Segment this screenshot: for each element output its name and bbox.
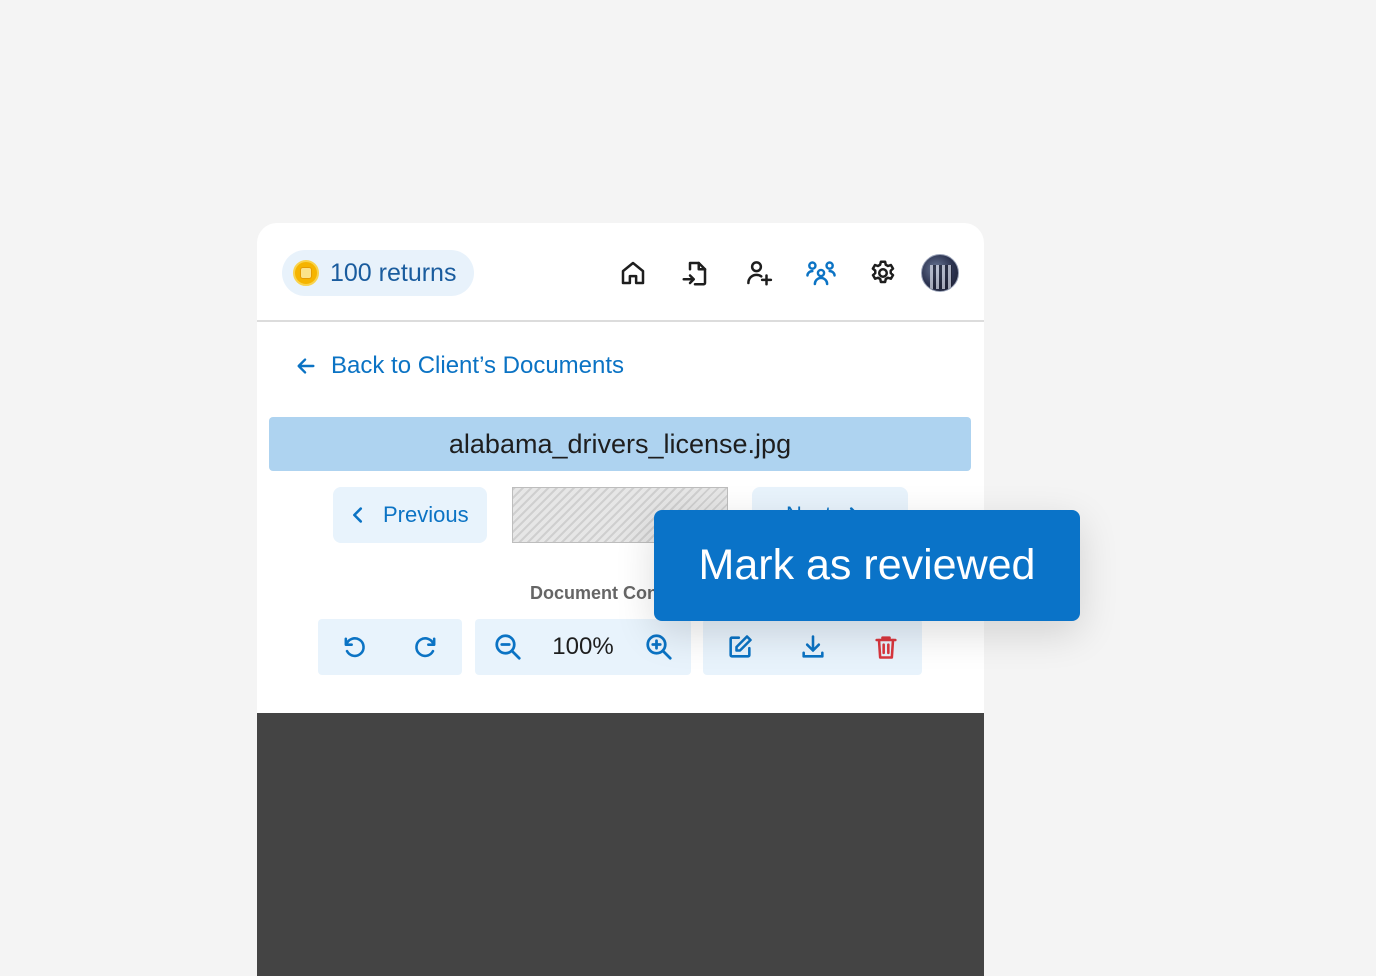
- coin-icon: [293, 260, 319, 286]
- previous-button[interactable]: Previous: [333, 487, 487, 543]
- document-actions: [703, 619, 922, 675]
- top-header: 100 returns: [257, 223, 984, 322]
- zoom-out-button[interactable]: [475, 619, 540, 675]
- rotate-left-icon: [344, 637, 365, 658]
- document-viewer[interactable]: [257, 713, 984, 976]
- delete-button[interactable]: [849, 619, 922, 675]
- chevron-left-icon: [353, 507, 363, 523]
- filename-text: alabama_drivers_license.jpg: [448, 428, 792, 459]
- download-button[interactable]: [776, 619, 849, 675]
- mark-as-reviewed-label: Mark as reviewed: [698, 541, 1036, 589]
- file-import-icon[interactable]: [678, 256, 712, 290]
- arrow-left-icon: [297, 358, 315, 374]
- previous-label: Previous: [383, 502, 469, 527]
- users-group-icon[interactable]: [804, 256, 838, 290]
- rotate-left-button[interactable]: [318, 619, 390, 675]
- zoom-in-icon: [645, 634, 672, 660]
- download-icon: [801, 635, 824, 658]
- zoom-level: 100%: [552, 633, 614, 660]
- gear-icon[interactable]: [866, 256, 900, 290]
- zoom-out-icon: [494, 634, 521, 660]
- home-icon[interactable]: [616, 256, 650, 290]
- rotate-right-button[interactable]: [390, 619, 462, 675]
- rotate-controls: [318, 619, 462, 675]
- rotate-right-icon: [415, 637, 436, 658]
- avatar[interactable]: [921, 254, 959, 292]
- edit-button[interactable]: [703, 619, 776, 675]
- back-link-label: Back to Client’s Documents: [331, 352, 625, 379]
- returns-label: 100 returns: [330, 258, 457, 287]
- zoom-in-button[interactable]: [626, 619, 691, 675]
- document-filename: alabama_drivers_license.jpg: [269, 417, 971, 471]
- zoom-controls: 100%: [475, 619, 691, 675]
- mark-as-reviewed-button[interactable]: Mark as reviewed: [654, 510, 1080, 621]
- trash-icon: [874, 636, 897, 659]
- edit-icon: [728, 635, 752, 658]
- back-to-documents-link[interactable]: Back to Client’s Documents: [295, 352, 624, 380]
- returns-counter[interactable]: 100 returns: [282, 250, 474, 296]
- user-add-icon[interactable]: [742, 256, 776, 290]
